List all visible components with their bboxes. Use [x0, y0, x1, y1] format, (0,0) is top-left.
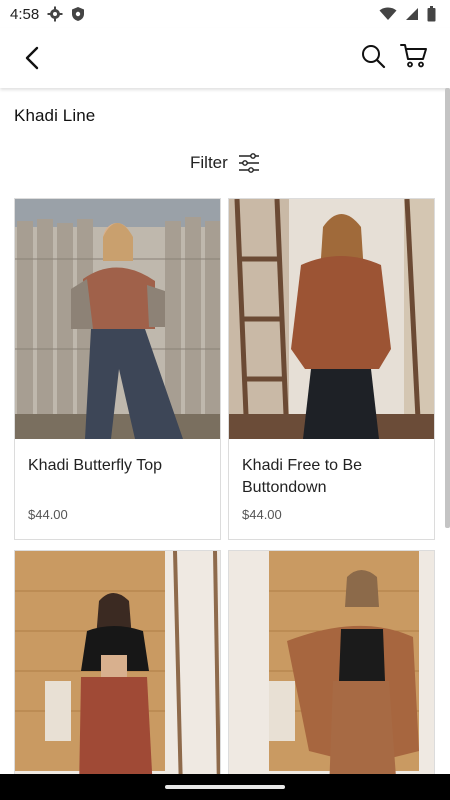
battery-icon [427, 6, 436, 22]
status-right [379, 6, 436, 22]
product-card[interactable] [228, 550, 435, 792]
product-price: $44.00 [242, 507, 282, 522]
shield-icon [71, 6, 87, 22]
navigation-bar [0, 774, 450, 800]
gear-icon [47, 6, 63, 22]
back-button[interactable] [18, 44, 46, 72]
cart-button[interactable] [398, 40, 430, 72]
signal-icon [405, 7, 419, 21]
status-time: 4:58 [10, 5, 40, 23]
scrollbar[interactable] [445, 88, 450, 528]
product-price: $44.00 [28, 507, 68, 522]
product-card[interactable]: Khadi Free to Be Buttondown $44.00 [228, 198, 435, 540]
search-button[interactable] [358, 41, 388, 71]
sliders-icon [238, 153, 259, 173]
status-left: 4:58 [10, 6, 87, 23]
status-bar: 4:58 [0, 0, 450, 28]
filter-button[interactable]: Filter [190, 150, 260, 176]
product-photo[interactable] [15, 551, 220, 791]
product-photo[interactable] [229, 551, 434, 791]
product-info: Khadi Free to Be Buttondown $44.00 [229, 439, 434, 539]
product-photo[interactable] [229, 199, 434, 439]
filter-label: Filter [190, 153, 228, 172]
product-card[interactable] [14, 550, 221, 792]
chevron-left-icon [25, 46, 39, 70]
search-icon [362, 45, 386, 69]
app-bar [0, 28, 450, 88]
product-name[interactable]: Khadi Free to Be Buttondown [242, 455, 421, 499]
home-handle[interactable] [165, 785, 285, 789]
page-title: Khadi Line [14, 106, 96, 125]
product-name[interactable]: Khadi Butterfly Top [28, 455, 207, 477]
product-photo[interactable] [15, 199, 220, 439]
product-grid: Khadi Butterfly Top $44.00 Khadi Free to… [14, 198, 435, 792]
product-info: Khadi Butterfly Top $44.00 [15, 439, 220, 539]
product-card[interactable]: Khadi Butterfly Top $44.00 [14, 198, 221, 540]
cart-icon [400, 44, 427, 68]
wifi-icon [379, 7, 397, 21]
